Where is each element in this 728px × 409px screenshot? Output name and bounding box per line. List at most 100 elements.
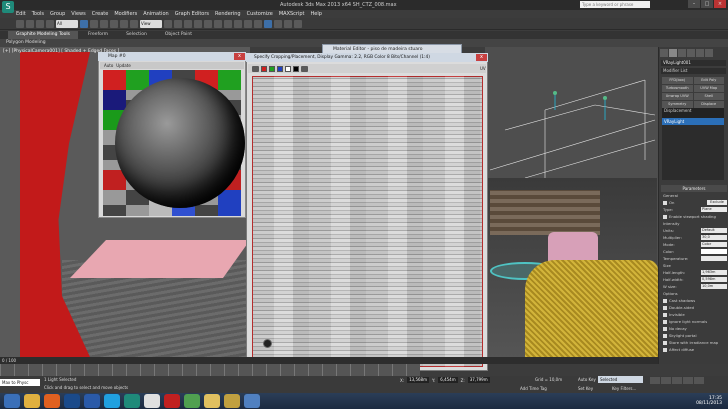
option-checkbox[interactable] (663, 347, 667, 352)
modifier-button[interactable]: UVW Map (693, 85, 724, 92)
move-icon[interactable] (110, 19, 118, 28)
channel-red-icon[interactable] (261, 65, 267, 72)
modifier-button[interactable]: Displace (693, 101, 724, 108)
option-checkbox[interactable] (663, 319, 667, 324)
pdf-icon[interactable] (164, 394, 180, 408)
temperature-field[interactable] (701, 256, 727, 261)
parameters-header[interactable]: Parameters (661, 185, 727, 192)
select-icon[interactable] (80, 19, 88, 28)
z-coord-field[interactable]: 37,799m (467, 377, 490, 383)
enable-viewport-checkbox[interactable] (663, 214, 667, 219)
menu-maxscript[interactable]: MAXScript (279, 11, 305, 17)
material-editor-icon[interactable] (264, 19, 272, 28)
3dsmax-icon[interactable] (124, 394, 140, 408)
multiplier-field[interactable]: 30,0 (701, 235, 727, 240)
utilities-tab-icon[interactable] (705, 49, 713, 57)
media-icon[interactable] (244, 394, 260, 408)
snap-icon[interactable] (184, 19, 192, 28)
x-coord-field[interactable]: 13,568m (407, 377, 429, 383)
pivot-icon[interactable] (164, 19, 172, 28)
previous-frame-icon[interactable] (661, 377, 671, 384)
channel-green-icon[interactable] (269, 65, 275, 72)
key-filters-button[interactable]: Key Filters... (612, 386, 636, 391)
menu-customize[interactable]: Customize (247, 11, 273, 17)
close-icon[interactable]: × (714, 0, 726, 8)
select-by-name-icon[interactable] (90, 19, 98, 28)
menu-help[interactable]: Help (311, 11, 322, 17)
set-key-button[interactable]: Set Key (578, 386, 593, 391)
go-to-end-icon[interactable] (694, 377, 704, 384)
go-to-start-icon[interactable] (650, 377, 660, 384)
map-window-title[interactable]: Map #0 (98, 52, 246, 61)
auto-key-button[interactable]: Auto Key (578, 377, 596, 382)
chrome-icon[interactable] (184, 394, 200, 408)
exclude-button[interactable]: Exclude (707, 200, 727, 205)
scale-icon[interactable] (130, 19, 138, 28)
minimize-icon[interactable]: – (688, 0, 700, 8)
option-checkbox[interactable] (663, 305, 667, 310)
half-width-field[interactable]: 0,598m (701, 277, 727, 282)
modifier-button[interactable]: Symmetry (662, 101, 693, 108)
frame-counter[interactable]: 0 / 100 (2, 358, 16, 363)
tab-selection[interactable]: Selection (118, 31, 155, 39)
start-orb-icon[interactable] (4, 394, 20, 408)
modifier-button[interactable]: Edit Poly (693, 77, 724, 84)
paint-icon[interactable] (224, 394, 240, 408)
modify-tab-icon[interactable] (669, 49, 677, 57)
curve-editor-icon[interactable] (244, 19, 252, 28)
color-swatch[interactable] (701, 249, 727, 254)
half-length-field[interactable]: 1,963m (701, 270, 727, 275)
render-icon[interactable] (294, 19, 302, 28)
menu-modifiers[interactable]: Modifiers (114, 11, 137, 17)
close-icon[interactable]: x (234, 53, 245, 60)
save-icon[interactable] (252, 65, 259, 72)
modifier-button[interactable]: Turbosmooth (662, 85, 693, 92)
menu-graph-editors[interactable]: Graph Editors (175, 11, 209, 17)
rotate-icon[interactable] (120, 19, 128, 28)
auto-button[interactable]: Auto (104, 63, 113, 68)
angle-snap-icon[interactable] (194, 19, 202, 28)
system-clock[interactable]: 17:35 08/11/2013 (696, 396, 722, 406)
app-logo-icon[interactable]: S (2, 1, 14, 13)
tab-object-paint[interactable]: Object Paint (157, 31, 200, 39)
manipulate-icon[interactable] (174, 19, 182, 28)
selection-filter-dropdown[interactable]: All (56, 19, 78, 28)
unlink-icon[interactable] (46, 19, 54, 28)
modifier-stack-list[interactable] (662, 125, 724, 180)
menu-animation[interactable]: Animation (143, 11, 169, 17)
layer-icon[interactable] (234, 19, 242, 28)
explorer-icon[interactable] (24, 394, 40, 408)
object-name-field[interactable]: VRayLight001 (661, 60, 726, 66)
time-slider[interactable] (0, 357, 658, 364)
display-tab-icon[interactable] (696, 49, 704, 57)
create-tab-icon[interactable] (660, 49, 668, 57)
crop-handle-icon[interactable] (263, 339, 272, 348)
mode-dropdown[interactable]: Color (701, 242, 727, 247)
menu-create[interactable]: Create (92, 11, 109, 17)
tab-graphite[interactable]: Graphite Modeling Tools (8, 31, 79, 39)
selected-dropdown[interactable]: Selected (598, 376, 643, 383)
menu-group[interactable]: Group (50, 11, 65, 17)
channel-mono-icon[interactable] (285, 65, 291, 72)
menu-tools[interactable]: Tools (32, 11, 44, 17)
add-time-tag-button[interactable]: Add Time Tag (520, 386, 547, 391)
channel-blue-icon[interactable] (277, 65, 283, 72)
modifier-list-dropdown[interactable]: Modifier List (661, 68, 726, 74)
maxscript-listener[interactable]: Max to Physc (0, 379, 40, 386)
undo-icon[interactable] (16, 19, 24, 28)
photoshop-icon[interactable] (64, 394, 80, 408)
tab-freeform[interactable]: Freeform (80, 31, 116, 39)
menu-rendering[interactable]: Rendering (215, 11, 241, 17)
word-icon[interactable] (84, 394, 100, 408)
render-frame-icon[interactable] (284, 19, 292, 28)
search-input[interactable]: Type a keyword or phrase (580, 1, 650, 8)
option-checkbox[interactable] (663, 312, 667, 317)
percent-snap-icon[interactable] (204, 19, 212, 28)
option-checkbox[interactable] (663, 340, 667, 345)
channel-alpha-icon[interactable] (293, 65, 299, 72)
play-icon[interactable] (672, 377, 682, 384)
align-icon[interactable] (224, 19, 232, 28)
schematic-icon[interactable] (254, 19, 262, 28)
maximize-icon[interactable]: □ (701, 0, 713, 8)
mirror-icon[interactable] (214, 19, 222, 28)
